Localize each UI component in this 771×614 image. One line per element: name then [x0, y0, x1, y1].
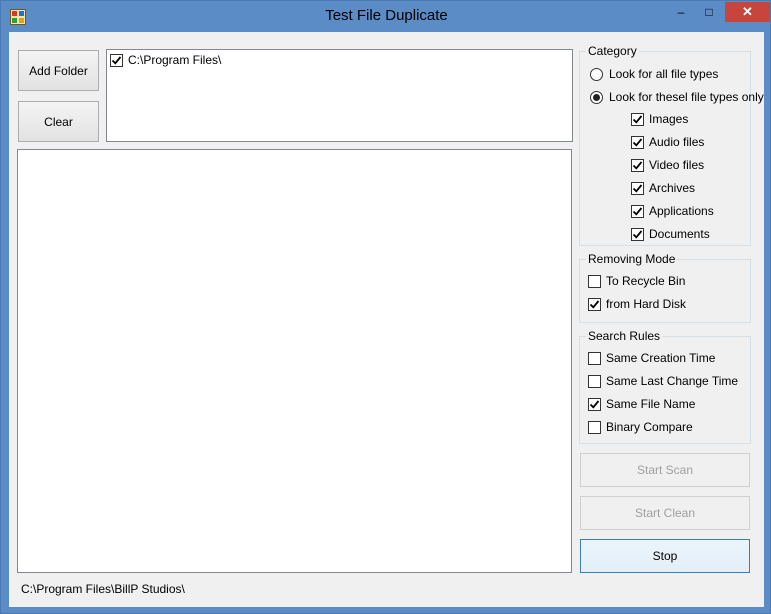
type-video[interactable]: Video files	[631, 157, 704, 173]
check-icon	[632, 206, 643, 216]
add-folder-button[interactable]: Add Folder	[18, 50, 99, 91]
category-group: Category Look for all file types Look fo…	[579, 44, 764, 246]
check-icon	[632, 160, 643, 170]
recycle-bin-option[interactable]: To Recycle Bin	[588, 273, 685, 289]
folder-item[interactable]: C:\Program Files\	[110, 52, 221, 68]
check-icon	[632, 137, 643, 147]
maximize-button[interactable]: □	[696, 2, 722, 22]
type-audio-label: Audio files	[649, 135, 705, 149]
type-images[interactable]: Images	[631, 111, 688, 127]
client-area: Add Folder Clear C:\Program Files\ Categ…	[9, 32, 764, 607]
hard-disk-option[interactable]: from Hard Disk	[588, 296, 686, 312]
radio-all-types-label: Look for all file types	[609, 67, 719, 81]
type-audio-checkbox[interactable]	[631, 135, 644, 149]
removing-mode-group: Removing Mode To Recycle Bin from Hard D…	[579, 252, 751, 323]
rule-binary-compare[interactable]: Binary Compare	[588, 419, 693, 435]
type-video-checkbox[interactable]	[631, 158, 644, 172]
start-scan-button[interactable]: Start Scan	[580, 453, 750, 487]
radio-these-types-button[interactable]	[590, 90, 603, 104]
type-video-label: Video files	[649, 158, 705, 172]
rule-creation-time-label: Same Creation Time	[606, 351, 716, 365]
rule-last-change-label: Same Last Change Time	[606, 374, 739, 388]
app-window: Test File Duplicate – □ ✕ Add Folder Cle…	[0, 0, 771, 614]
check-icon	[589, 299, 600, 309]
type-applications[interactable]: Applications	[631, 203, 714, 219]
clear-button[interactable]: Clear	[18, 101, 99, 142]
folder-checkbox[interactable]	[110, 53, 123, 67]
type-archives[interactable]: Archives	[631, 180, 695, 196]
hard-disk-checkbox[interactable]	[588, 297, 601, 311]
folder-path: C:\Program Files\	[128, 53, 222, 67]
radio-all-types[interactable]: Look for all file types	[590, 66, 718, 82]
status-path: C:\Program Files\BillP Studios\	[21, 582, 185, 596]
rule-creation-time-checkbox[interactable]	[588, 351, 601, 365]
folder-list[interactable]: C:\Program Files\	[106, 49, 573, 142]
type-images-checkbox[interactable]	[631, 112, 644, 126]
category-title: Category	[586, 44, 639, 58]
type-documents-checkbox[interactable]	[631, 227, 644, 241]
results-list[interactable]	[17, 149, 572, 573]
radio-these-types-label: Look for thesel file types only	[609, 90, 764, 104]
radio-selected-dot	[593, 93, 600, 101]
type-audio[interactable]: Audio files	[631, 134, 704, 150]
rule-file-name-checkbox[interactable]	[588, 397, 601, 411]
start-clean-button[interactable]: Start Clean	[580, 496, 750, 530]
close-button[interactable]: ✕	[725, 2, 770, 22]
search-rules-group: Search Rules Same Creation Time Same Las…	[579, 329, 751, 444]
check-icon	[632, 229, 643, 239]
title-bar[interactable]: Test File Duplicate – □ ✕	[1, 1, 771, 32]
rule-creation-time[interactable]: Same Creation Time	[588, 350, 715, 366]
type-images-label: Images	[649, 112, 689, 126]
rule-file-name-label: Same File Name	[606, 397, 696, 411]
hard-disk-label: from Hard Disk	[606, 297, 687, 311]
rule-last-change[interactable]: Same Last Change Time	[588, 373, 738, 389]
type-archives-checkbox[interactable]	[631, 181, 644, 195]
rule-binary-compare-label: Binary Compare	[606, 420, 693, 434]
type-documents-label: Documents	[649, 227, 710, 241]
type-applications-label: Applications	[649, 204, 714, 218]
radio-all-types-button[interactable]	[590, 67, 603, 81]
removing-mode-title: Removing Mode	[586, 252, 678, 266]
search-rules-title: Search Rules	[586, 329, 663, 343]
window-title: Test File Duplicate	[325, 7, 448, 24]
check-icon	[632, 183, 643, 193]
check-icon	[632, 114, 643, 124]
radio-these-types[interactable]: Look for thesel file types only	[590, 89, 764, 105]
rule-file-name[interactable]: Same File Name	[588, 396, 695, 412]
type-applications-checkbox[interactable]	[631, 204, 644, 218]
rule-last-change-checkbox[interactable]	[588, 374, 601, 388]
type-documents[interactable]: Documents	[631, 226, 710, 242]
recycle-bin-checkbox[interactable]	[588, 274, 601, 288]
stop-button[interactable]: Stop	[580, 539, 750, 573]
check-icon	[589, 399, 600, 409]
minimize-button[interactable]: –	[668, 2, 694, 22]
type-archives-label: Archives	[649, 181, 696, 195]
check-icon	[111, 55, 122, 65]
recycle-bin-label: To Recycle Bin	[606, 274, 686, 288]
rule-binary-compare-checkbox[interactable]	[588, 420, 601, 434]
